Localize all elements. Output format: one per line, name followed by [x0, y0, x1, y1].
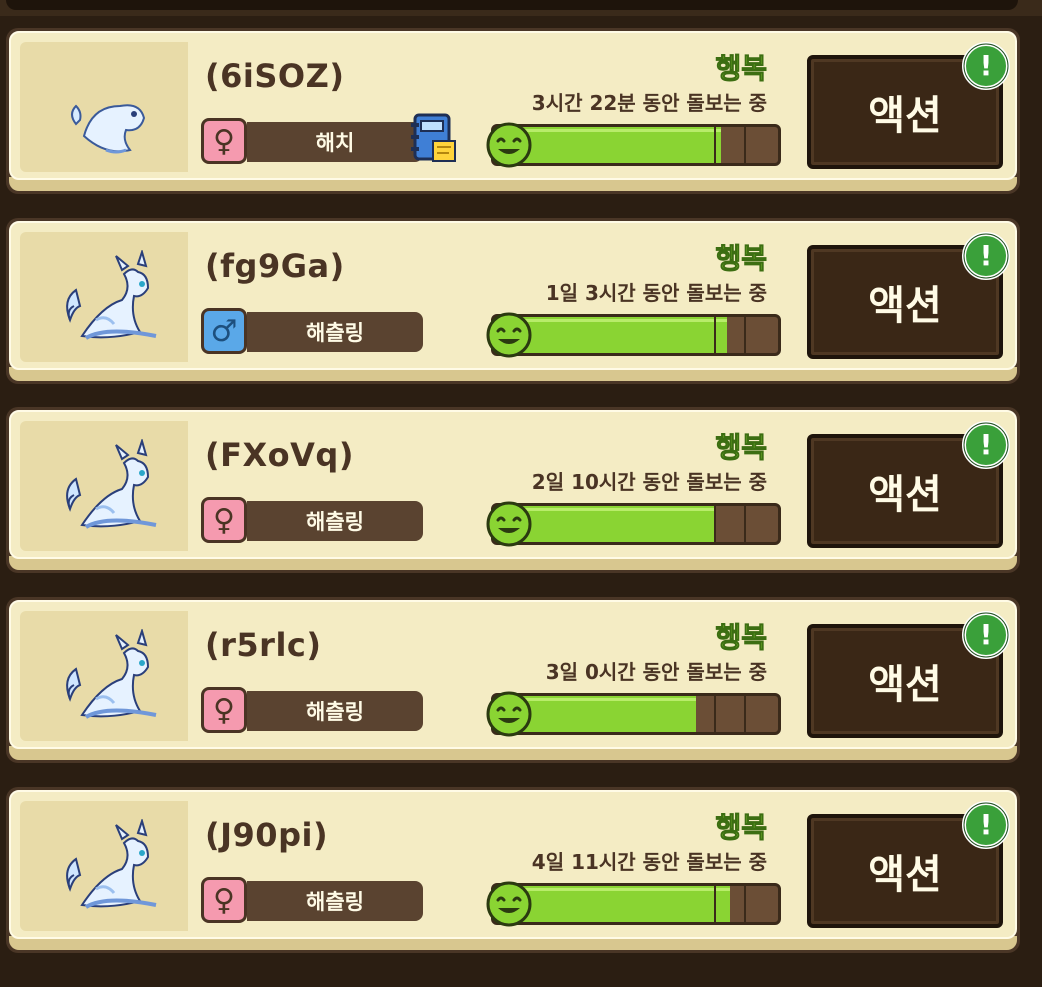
pet-card[interactable]: (6iSOZ) ♀ 해치 행복 3시간 22분 동안 돌보는 중 액션 !: [6, 28, 1020, 194]
svg-text:!: !: [980, 239, 993, 272]
smiley-face-icon: [486, 122, 532, 168]
card-panel: (fg9Ga) ♂ 해츨링 행복 1일 3시간 동안 돌보는 중 액션 !: [9, 221, 1017, 370]
care-duration-text: 3시간 22분 동안 돌보는 중: [531, 91, 767, 115]
exclamation-alert-icon: !: [962, 232, 1010, 280]
smiley-face-icon: [486, 312, 532, 358]
pet-name: (FXoVq): [205, 436, 354, 474]
growth-stage-label: 해츨링: [247, 691, 423, 731]
pet-name: (r5rlc): [205, 626, 322, 664]
pet-portrait[interactable]: [20, 421, 188, 551]
pet-card[interactable]: (r5rlc) ♀ 해츨링 행복 3일 0시간 동안 돌보는 중 액션 !: [6, 597, 1020, 763]
bar-divider: [744, 317, 746, 353]
growth-stage-label: 해츨링: [247, 881, 423, 921]
top-strip: [0, 0, 1042, 16]
svg-text:!: !: [980, 618, 993, 651]
happiness-bar: [491, 883, 781, 925]
gender-badge-icon: ♂: [201, 308, 247, 354]
bar-divider: [714, 696, 716, 732]
pet-sprite-icon: [66, 439, 157, 529]
card-panel: (FXoVq) ♀ 해츨링 행복 2일 10시간 동안 돌보는 중 액션 !: [9, 410, 1017, 559]
pet-sprite-icon: [71, 104, 146, 154]
bar-divider: [714, 127, 716, 163]
svg-text:!: !: [980, 428, 993, 461]
notebook-icon[interactable]: [411, 113, 457, 165]
pet-name: (6iSOZ): [205, 57, 345, 95]
bar-divider: [744, 506, 746, 542]
mood-label: 행복: [715, 811, 768, 845]
happiness-bar: [491, 503, 781, 545]
exclamation-alert-icon: !: [962, 421, 1010, 469]
pet-card[interactable]: (FXoVq) ♀ 해츨링 행복 2일 10시간 동안 돌보는 중 액션 !: [6, 407, 1020, 573]
growth-stage-label: 해츨링: [247, 501, 423, 541]
happiness-bar: [491, 693, 781, 735]
happiness-bar: [491, 124, 781, 166]
pet-portrait[interactable]: [20, 611, 188, 741]
gender-badge-icon: ♀: [201, 497, 247, 543]
pet-sprite-icon: [66, 629, 157, 719]
bar-divider: [714, 506, 716, 542]
care-duration-text: 2일 10시간 동안 돌보는 중: [531, 470, 767, 494]
pet-name: (fg9Ga): [205, 247, 345, 285]
pet-portrait[interactable]: [20, 42, 188, 172]
bar-divider: [714, 886, 716, 922]
pet-portrait[interactable]: [20, 232, 188, 362]
gender-badge-icon: ♀: [201, 877, 247, 923]
pet-name: (J90pi): [205, 816, 329, 854]
mood-label: 행복: [715, 621, 768, 655]
exclamation-alert-icon: !: [962, 801, 1010, 849]
mood-label: 행복: [715, 52, 768, 86]
care-duration-text: 4일 11시간 동안 돌보는 중: [531, 850, 767, 874]
growth-stage-label: 해츨링: [247, 312, 423, 352]
card-panel: (r5rlc) ♀ 해츨링 행복 3일 0시간 동안 돌보는 중 액션 !: [9, 600, 1017, 749]
gender-badge-icon: ♀: [201, 118, 247, 164]
bar-divider: [744, 696, 746, 732]
exclamation-alert-icon: !: [962, 611, 1010, 659]
bar-divider: [714, 317, 716, 353]
smiley-face-icon: [486, 501, 532, 547]
pet-card[interactable]: (J90pi) ♀ 해츨링 행복 4일 11시간 동안 돌보는 중 액션 !: [6, 787, 1020, 953]
card-panel: (6iSOZ) ♀ 해치 행복 3시간 22분 동안 돌보는 중 액션 !: [9, 31, 1017, 180]
svg-text:!: !: [980, 808, 993, 841]
pet-sprite-icon: [66, 819, 157, 909]
mood-label: 행복: [715, 431, 768, 465]
smiley-face-icon: [486, 881, 532, 927]
pet-card[interactable]: (fg9Ga) ♂ 해츨링 행복 1일 3시간 동안 돌보는 중 액션 !: [6, 218, 1020, 384]
smiley-face-icon: [486, 691, 532, 737]
mood-label: 행복: [715, 242, 768, 276]
pet-sprite-icon: [66, 250, 157, 340]
care-duration-text: 3일 0시간 동안 돌보는 중: [545, 660, 767, 684]
exclamation-alert-icon: !: [962, 42, 1010, 90]
pet-portrait[interactable]: [20, 801, 188, 931]
previous-card-edge: [6, 0, 1018, 10]
care-duration-text: 1일 3시간 동안 돌보는 중: [545, 281, 767, 305]
happiness-bar: [491, 314, 781, 356]
bar-divider: [744, 886, 746, 922]
svg-text:!: !: [980, 49, 993, 82]
bar-divider: [744, 127, 746, 163]
card-panel: (J90pi) ♀ 해츨링 행복 4일 11시간 동안 돌보는 중 액션 !: [9, 790, 1017, 939]
growth-stage-label: 해치: [247, 122, 423, 162]
gender-badge-icon: ♀: [201, 687, 247, 733]
